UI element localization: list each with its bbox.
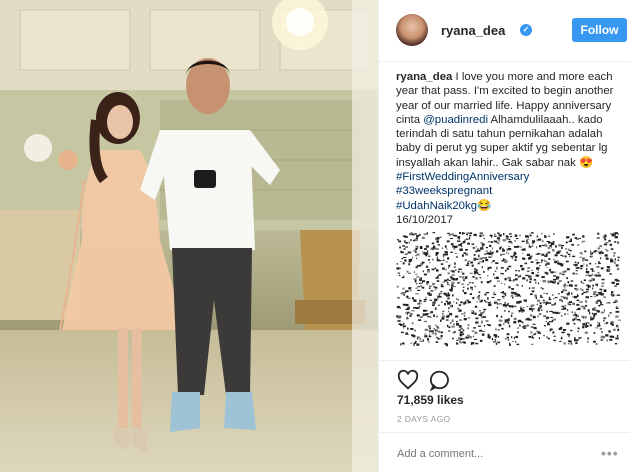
- caption-line-3: year of our married life. Happy annivers…: [396, 99, 612, 112]
- laugh-emoji: 😂: [477, 199, 492, 212]
- comment-bubble-icon[interactable]: [429, 369, 451, 391]
- more-options-icon[interactable]: •••: [601, 445, 619, 461]
- caption-username[interactable]: ryana_dea: [396, 71, 452, 83]
- avatar[interactable]: [396, 14, 428, 46]
- post-caption: ryana_dea I love you more and more each …: [396, 70, 624, 227]
- caption-date: 16/10/2017: [396, 213, 454, 226]
- photo-illustration: [0, 0, 378, 472]
- caption-line-1: ryana_dea I love you more and more each: [396, 70, 624, 84]
- hashtag-udah-naik[interactable]: #UdahNaik20kg: [396, 200, 477, 212]
- post-header: ryana_dea ✓ Follow: [379, 0, 630, 62]
- post-sidebar: ryana_dea ✓ Follow ryana_dea I love you …: [378, 0, 630, 472]
- caption-text-5: Alhamdulilaaah.. kado: [490, 113, 603, 126]
- follow-button[interactable]: Follow: [572, 18, 627, 42]
- post-photo[interactable]: [0, 0, 378, 472]
- caption-line-4: cinta @puadinredi Alhamdulilaaah.. kado: [396, 113, 624, 127]
- caption-text-8: insyallah akan lahir.. Gak sabar nak: [396, 156, 576, 169]
- caption-text-1: I love you more and more each: [455, 71, 613, 83]
- caption-line-6: baby di perut yg super aktif yg sebentar…: [396, 142, 608, 155]
- header-username[interactable]: ryana_dea: [441, 23, 505, 38]
- redaction-scribble: [396, 232, 621, 347]
- redacted-comments: [396, 232, 621, 347]
- add-comment-bar: •••: [379, 432, 630, 472]
- comment-input[interactable]: [397, 445, 587, 463]
- mention-link[interactable]: @puadinredi: [423, 114, 488, 126]
- heart-icon[interactable]: [397, 369, 419, 391]
- caption-text-4: cinta: [396, 113, 421, 126]
- caption-line-2: year that pass. I'm excited to begin ano…: [396, 85, 614, 98]
- heart-eyes-emoji: 😍: [579, 156, 594, 169]
- verified-badge-icon: ✓: [520, 24, 532, 36]
- hashtag-line-3: #UdahNaik20kg😂: [396, 199, 624, 213]
- likes-count[interactable]: 71,859 likes: [397, 393, 464, 407]
- caption-line-7: insyallah akan lahir.. Gak sabar nak 😍: [396, 156, 624, 170]
- hashtag-first-wedding[interactable]: #FirstWeddingAnniversary: [396, 170, 624, 184]
- post-timestamp[interactable]: 2 DAYS AGO: [397, 414, 450, 424]
- post-actions: [379, 360, 630, 396]
- hashtag-33-weeks[interactable]: #33weekspregnant: [396, 184, 624, 198]
- caption-line-5: terindah di satu tahun pernikahan adalah: [396, 128, 603, 141]
